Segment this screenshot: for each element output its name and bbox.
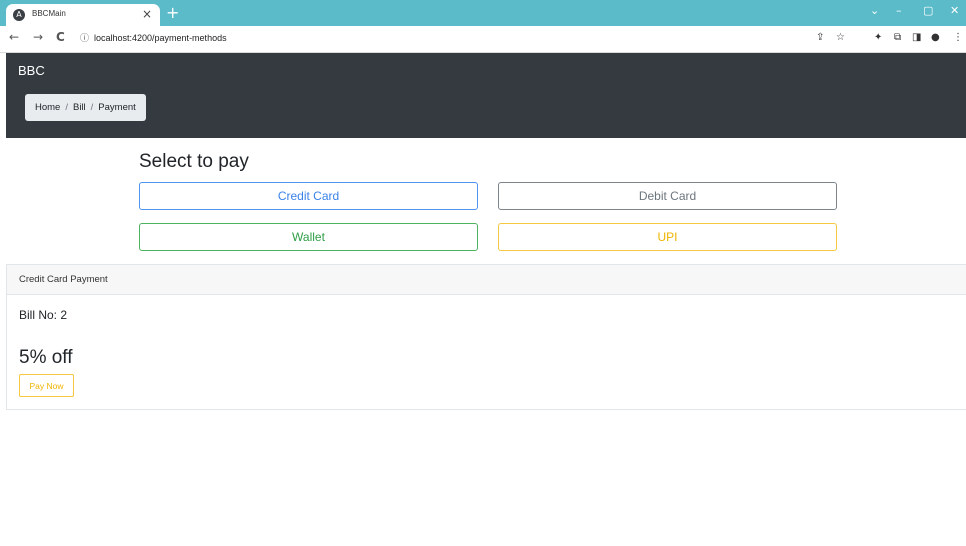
back-icon[interactable]: ← [9, 30, 19, 44]
app-navbar: BBC Home / Bill / Payment [6, 53, 966, 138]
tab-search-icon[interactable]: ⌄ [870, 4, 879, 17]
discount-text: 5% off [19, 347, 73, 368]
maximize-icon[interactable]: ▢ [923, 4, 933, 17]
credit-card-button[interactable]: Credit Card [139, 182, 478, 210]
side-panel-icon[interactable]: ◨ [912, 32, 921, 43]
address-bar[interactable]: ⓘ localhost:4200/payment-methods [76, 29, 856, 48]
debit-card-button[interactable]: Debit Card [498, 182, 837, 210]
wallet-button[interactable]: Wallet [139, 223, 478, 251]
page-title: Select to pay [139, 151, 249, 172]
new-tab-icon[interactable]: + [166, 3, 179, 22]
close-window-icon[interactable]: ✕ [950, 4, 959, 17]
breadcrumb-separator: / [65, 102, 68, 113]
breadcrumb-separator: / [90, 102, 94, 113]
profile-avatar-icon[interactable]: ● [931, 32, 940, 43]
menu-kebab-icon[interactable]: ⋮ [953, 32, 963, 43]
payment-card: Credit Card Payment Bill No: 2 5% off Pa… [6, 264, 966, 410]
browser-tab[interactable]: A BBCMain × [6, 4, 160, 26]
card-header: Credit Card Payment [7, 265, 966, 295]
breadcrumb-bill[interactable]: Bill [73, 102, 86, 113]
url-text[interactable]: localhost:4200/payment-methods [94, 33, 227, 43]
site-info-icon[interactable]: ⓘ [80, 31, 89, 44]
tab-title: BBCMain [32, 9, 66, 18]
minimize-icon[interactable]: – [896, 4, 902, 17]
reload-icon[interactable]: C [56, 30, 65, 44]
angular-icon: A [13, 9, 25, 21]
breadcrumb-home[interactable]: Home [35, 102, 60, 113]
share-icon[interactable]: ⇪ [816, 32, 824, 43]
bookmark-star-icon[interactable]: ☆ [836, 32, 845, 43]
breadcrumb-payment: Payment [98, 102, 136, 113]
upi-button[interactable]: UPI [498, 223, 837, 251]
extension-icon[interactable]: ✦ [874, 32, 882, 43]
extensions-puzzle-icon[interactable]: ⧉ [894, 32, 901, 43]
browser-tab-strip: A BBCMain × + ⌄ – ▢ ✕ [0, 0, 966, 26]
browser-toolbar: ← → C ⓘ localhost:4200/payment-methods ⇪… [0, 26, 966, 53]
bill-number: Bill No: 2 [19, 308, 68, 322]
tab-close-icon[interactable]: × [142, 7, 152, 21]
breadcrumb: Home / Bill / Payment [25, 94, 146, 121]
forward-icon[interactable]: → [33, 30, 43, 44]
brand-logo-text[interactable]: BBC [18, 63, 45, 78]
pay-now-button[interactable]: Pay Now [19, 374, 74, 397]
